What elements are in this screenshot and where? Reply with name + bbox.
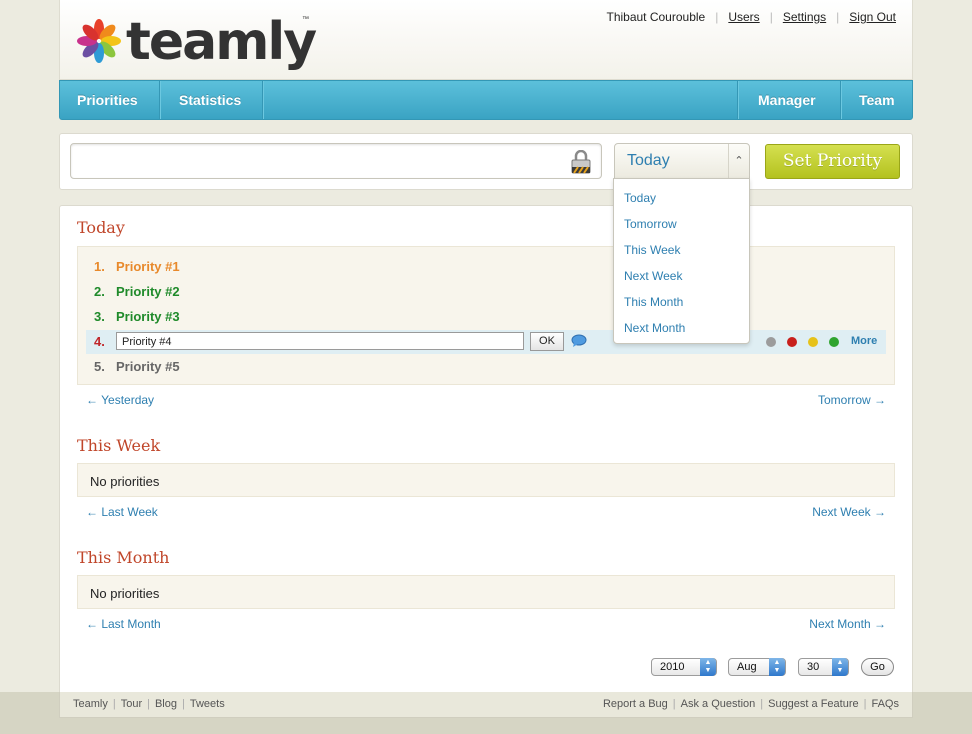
chevron-up-icon: ⌃ [728,144,749,178]
year-select[interactable]: 2010 ▲ ▼ [651,658,717,676]
nav-divider [737,81,739,119]
section-title-this-month: This Month [77,548,170,567]
when-select[interactable]: Today ⌃ [614,143,750,179]
priority-number: 2. [94,284,105,299]
header: teamly ™ Thibaut Courouble | Users | Set… [59,0,913,80]
priority-label: Priority #3 [116,309,180,324]
status-gray-dot[interactable] [766,337,776,347]
footer-link-faqs[interactable]: FAQs [871,698,899,710]
day-select[interactable]: 30 ▲ ▼ [798,658,849,676]
user-links: Thibaut Courouble | Users | Settings | S… [606,10,896,24]
current-user-name: Thibaut Courouble [606,10,706,24]
footer-link-teamly[interactable]: Teamly [73,698,108,710]
month-value: Aug [737,661,757,673]
list-item[interactable]: 3. Priority #3 [94,309,180,324]
separator: | [182,698,185,710]
trademark-mark: ™ [302,16,309,23]
brand-name: teamly [126,12,317,72]
when-dropdown-menu: Today Tomorrow This Week Next Week This … [613,178,750,344]
yesterday-link[interactable]: ← Yesterday [86,393,154,407]
separator: | [672,698,676,710]
status-red-dot[interactable] [787,337,797,347]
priorities-panel: Today 1. Priority #1 2. Priority #2 3. Prio… [59,205,913,695]
priority-edit-input[interactable]: Priority #4 [116,332,524,350]
tab-statistics[interactable]: Statistics [162,81,258,119]
separator: | [836,10,840,24]
dropdown-option-next-month[interactable]: Next Month [624,321,685,335]
priority-label: Priority #2 [116,284,180,299]
updown-arrows-icon: ▲ ▼ [769,658,785,676]
empty-state-text: No priorities [90,586,160,601]
this-week-priority-list: No priorities [77,463,895,497]
list-item[interactable]: 1. Priority #1 [94,259,180,274]
year-value: 2010 [660,661,685,673]
footer: Teamly | Tour | Blog | Tweets Report a Bug | Ask… [59,692,913,718]
when-selected-value: Today [627,152,670,169]
last-month-link[interactable]: ← Last Month [86,617,161,631]
sign-out-link[interactable]: Sign Out [849,10,896,24]
footer-link-ask-question[interactable]: Ask a Question [681,698,756,710]
list-item[interactable]: 2. Priority #2 [94,284,180,299]
set-priority-button[interactable]: Set Priority [765,144,900,179]
dropdown-option-this-month[interactable]: This Month [624,295,683,309]
list-item[interactable]: 5. Priority #5 [94,359,180,374]
priority-number: 3. [94,309,105,324]
separator: | [760,698,764,710]
main-nav: Priorities Statistics Manager Team [59,80,913,120]
dropdown-option-today[interactable]: Today [624,191,656,205]
footer-link-tweets[interactable]: Tweets [190,698,225,710]
tab-team[interactable]: Team [842,81,912,119]
tomorrow-link[interactable]: Tomorrow → [818,393,886,407]
separator: | [715,10,719,24]
footer-link-blog[interactable]: Blog [155,698,177,710]
updown-arrows-icon: ▲ ▼ [832,658,848,676]
lock-icon[interactable] [570,150,592,174]
footer-link-report-bug[interactable]: Report a Bug [603,698,668,710]
section-title-today: Today [77,218,125,237]
dropdown-option-next-week[interactable]: Next Week [624,269,682,283]
next-week-link[interactable]: Next Week → [812,505,886,519]
more-link[interactable]: More [851,335,877,347]
teamly-logo[interactable]: teamly ™ [76,12,317,72]
new-priority-panel: Today ⌃ Set Priority [59,133,913,190]
footer-link-tour[interactable]: Tour [121,698,142,710]
separator: | [112,698,116,710]
last-week-link[interactable]: ← Last Week [86,505,158,519]
nav-divider [262,81,264,119]
footer-left-links: Teamly | Tour | Blog | Tweets [73,698,225,710]
this-month-priority-list: No priorities [77,575,895,609]
empty-state-text: No priorities [90,474,160,489]
next-month-link[interactable]: Next Month → [809,617,886,631]
status-green-dot[interactable] [829,337,839,347]
go-button[interactable]: Go [861,658,894,676]
priority-label: Priority #1 [116,259,180,274]
today-priority-list: 1. Priority #1 2. Priority #2 3. Priority #… [77,246,895,385]
users-link[interactable]: Users [728,10,759,24]
tab-manager[interactable]: Manager [741,81,833,119]
comment-icon[interactable] [571,334,587,348]
separator: | [863,698,867,710]
month-select[interactable]: Aug ▲ ▼ [728,658,786,676]
priority-edit-row: 4. Priority #4 OK More [86,330,886,354]
footer-link-suggest-feature[interactable]: Suggest a Feature [768,698,859,710]
updown-arrows-icon: ▲ ▼ [700,658,716,676]
tab-priorities[interactable]: Priorities [60,81,155,119]
section-title-this-week: This Week [77,436,161,455]
status-yellow-dot[interactable] [808,337,818,347]
pinwheel-logo-icon [77,19,121,63]
priority-input[interactable] [70,143,602,179]
nav-divider [159,81,161,119]
day-value: 30 [807,661,820,673]
ok-button[interactable]: OK [530,332,564,351]
dropdown-option-tomorrow[interactable]: Tomorrow [624,217,677,231]
dropdown-option-this-week[interactable]: This Week [624,243,680,257]
priority-number: 1. [94,259,105,274]
priority-label: Priority #5 [116,359,180,374]
separator: | [769,10,773,24]
priority-number: 5. [94,359,105,374]
footer-right-links: Report a Bug | Ask a Question | Suggest a Fe… [603,698,899,710]
priority-number: 4. [94,334,105,349]
settings-link[interactable]: Settings [783,10,826,24]
separator: | [147,698,150,710]
